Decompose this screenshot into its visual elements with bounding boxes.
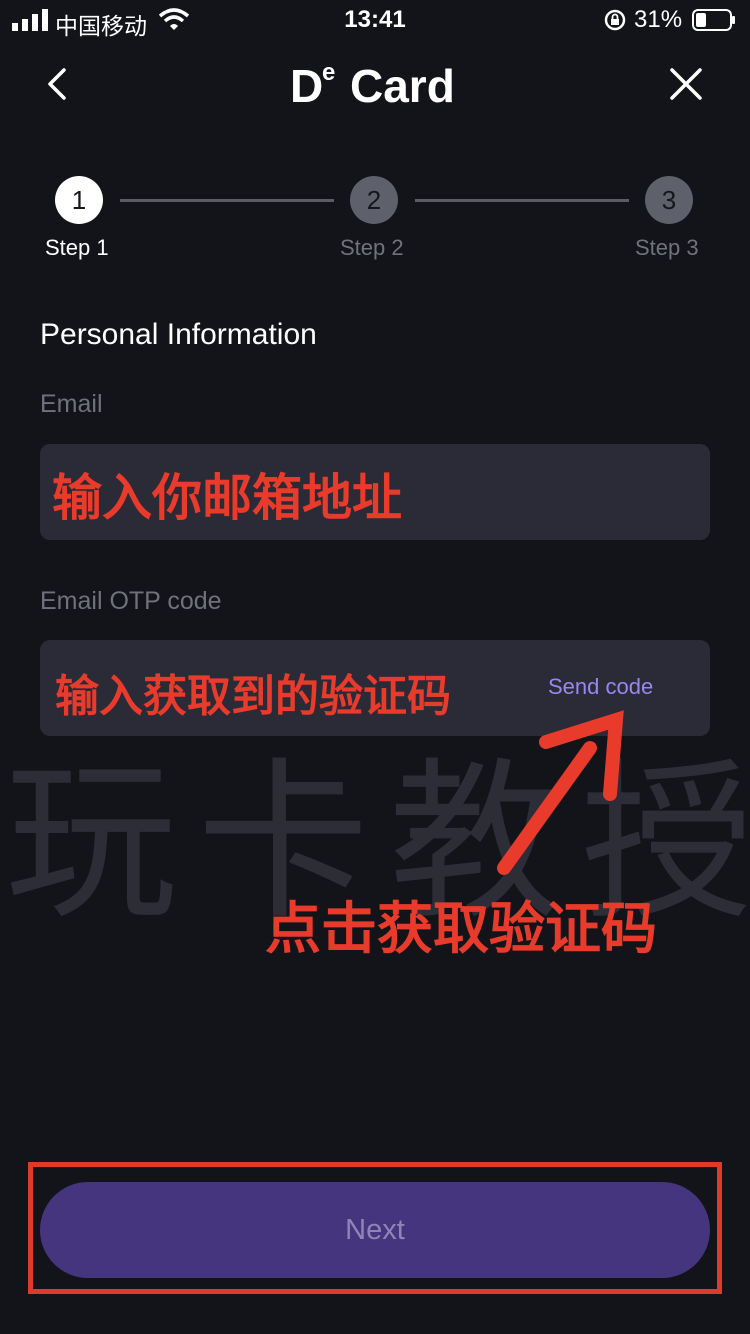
otp-label: Email OTP code: [40, 587, 222, 615]
rotation-lock-icon: [604, 9, 626, 31]
annotation-arrow-icon: [497, 710, 624, 875]
next-button[interactable]: Next: [40, 1182, 710, 1278]
step-2-indicator: 2: [350, 176, 398, 224]
step-3-indicator: 3: [645, 176, 693, 224]
step-connector: [415, 199, 629, 202]
close-icon[interactable]: [666, 64, 706, 104]
status-bar: 中国移动 13:41 31%: [0, 0, 750, 40]
otp-annotation: 输入获取到的验证码: [55, 672, 451, 721]
logo-word-card: Card: [350, 60, 455, 112]
send-code-button[interactable]: Send code: [548, 674, 653, 700]
battery-icon: [692, 9, 735, 31]
decard-logo: D e Card: [250, 58, 500, 114]
send-code-hint: 点击获取验证码: [265, 897, 657, 960]
logo-letter-d: D: [290, 60, 323, 112]
section-title: Personal Information: [40, 318, 317, 351]
step-3-label: Step 3: [635, 235, 699, 260]
email-annotation: 输入你邮箱地址: [52, 470, 402, 526]
logo-letter-e: e: [322, 59, 335, 86]
step-1-indicator: 1: [55, 176, 103, 224]
email-label: Email: [40, 390, 103, 418]
step-1-label: Step 1: [45, 235, 109, 260]
step-2-label: Step 2: [340, 235, 404, 260]
step-connector: [120, 199, 334, 202]
battery-percentage: 31%: [634, 6, 683, 33]
back-icon[interactable]: [40, 64, 76, 104]
